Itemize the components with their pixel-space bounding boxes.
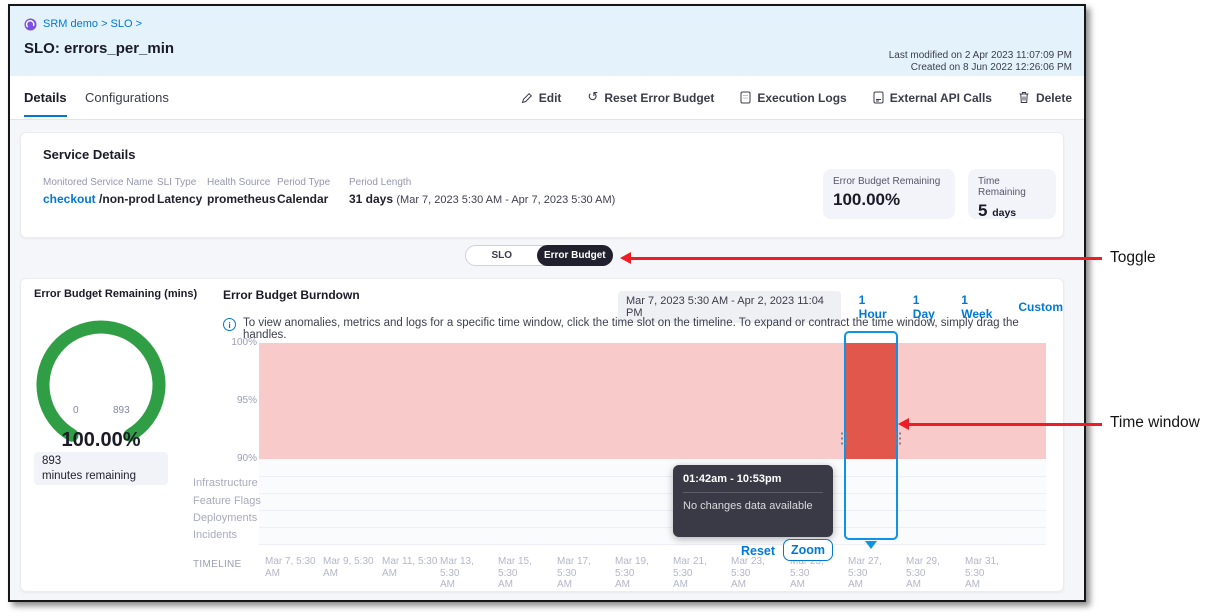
timeline-tick: Mar 11, 5:30AM	[382, 556, 438, 579]
timeline-tick: Mar 21, 5:30AM	[673, 556, 729, 591]
info-banner: i To view anomalies, metrics and logs fo…	[223, 317, 1053, 341]
toggle-annotation-label: Toggle	[1110, 249, 1156, 267]
gauge-max: 893	[113, 405, 130, 416]
service-details-card: Service Details Monitored Service Name c…	[20, 132, 1064, 238]
service-details-title: Service Details	[43, 147, 136, 162]
page-header: SRM demo > SLO > SLO: errors_per_min Las…	[10, 6, 1084, 76]
timeline-tick: Mar 9, 5:30AM	[323, 556, 379, 579]
time-window-annotation-label: Time window	[1110, 414, 1200, 432]
tooltip-message: No changes data available	[683, 500, 823, 512]
delete-icon	[1018, 91, 1030, 104]
field-sli-type: SLI Type Latency	[157, 177, 202, 206]
last-modified: Last modified on 2 Apr 2023 11:07:09 PM	[889, 50, 1072, 62]
execution-logs-button[interactable]: Execution Logs	[740, 91, 846, 105]
timeline-tick: Mar 19, 5:30AM	[615, 556, 671, 591]
tooltip-time-range: 01:42am - 10:53pm	[683, 473, 823, 485]
toggle-error-budget[interactable]: Error Budget	[537, 245, 613, 266]
reset-button[interactable]: Reset	[741, 544, 775, 558]
edit-icon	[521, 92, 533, 104]
breadcrumb-text[interactable]: SRM demo > SLO >	[43, 18, 142, 30]
changes-tooltip: 01:42am - 10:53pm No changes data availa…	[673, 465, 833, 537]
minutes-remaining-value: 893	[42, 454, 160, 469]
lane-feature-flags: Feature Flags	[193, 495, 261, 507]
stat-time-remaining: Time Remaining 5 days	[968, 169, 1056, 219]
toolbar: Edit ↺ Reset Error Budget Execution Logs…	[521, 76, 1072, 119]
selection-caret-icon[interactable]	[865, 541, 877, 549]
timeline-tick: Mar 27, 5:30AM	[848, 556, 904, 591]
toggle-annotation-arrow	[630, 257, 1102, 260]
delete-button[interactable]: Delete	[1018, 91, 1072, 105]
time-window-selection[interactable]	[844, 331, 898, 540]
time-window-annotation-arrow	[908, 423, 1102, 426]
stat-error-budget-remaining: Error Budget Remaining 100.00%	[823, 169, 955, 219]
gauge-min: 0	[73, 405, 79, 416]
event-lanes-area	[259, 459, 1046, 545]
drag-handle-right-icon[interactable]	[894, 431, 902, 445]
content-area: Service Details Monitored Service Name c…	[10, 120, 1084, 600]
lane-deployments: Deployments	[193, 512, 257, 524]
error-budget-band[interactable]	[259, 343, 1046, 459]
timeline-tick: Mar 25, 5:30AM	[790, 556, 846, 591]
field-health-source: Health Source prometheus	[207, 177, 276, 206]
reset-icon: ↺	[587, 90, 598, 105]
minutes-remaining-box: 893 minutes remaining	[34, 452, 168, 485]
field-monitored-service: Monitored Service Name checkout /non-pro…	[43, 177, 155, 206]
info-icon: i	[223, 318, 236, 331]
field-period-type: Period Type Calendar	[277, 177, 330, 206]
timeline-tick: Mar 23, 5:30AM	[731, 556, 787, 591]
y-tick-100: 100%	[223, 337, 257, 348]
gauge-title: Error Budget Remaining (mins)	[34, 288, 197, 300]
external-api-calls-icon	[873, 91, 884, 104]
tab-configurations[interactable]: Configurations	[85, 90, 169, 115]
timeline-tick: Mar 7, 5:30AM	[265, 556, 321, 579]
info-text: To view anomalies, metrics and logs for …	[243, 317, 1053, 341]
y-tick-90: 90%	[223, 453, 257, 464]
drag-handle-left-icon[interactable]	[840, 431, 848, 445]
zoom-button[interactable]: Zoom	[783, 539, 833, 561]
tab-details[interactable]: Details	[24, 90, 67, 117]
lane-infrastructure: Infrastructure	[193, 477, 258, 489]
minutes-remaining-label: minutes remaining	[42, 469, 160, 484]
timeline-tick: Mar 29, 5:30AM	[906, 556, 962, 591]
timestamps: Last modified on 2 Apr 2023 11:07:09 PM …	[889, 50, 1072, 73]
view-toggle: SLO Error Budget	[465, 245, 613, 266]
external-api-calls-button[interactable]: External API Calls	[873, 91, 992, 105]
lane-incidents: Incidents	[193, 529, 237, 541]
field-period-length: Period Length 31 days (Mar 7, 2023 5:30 …	[349, 177, 615, 206]
tab-bar: Details Configurations Edit ↺ Reset Erro…	[10, 76, 1084, 120]
range-custom[interactable]: Custom	[1018, 300, 1063, 314]
created-on: Created on 8 Jun 2022 12:26:06 PM	[889, 62, 1072, 74]
toggle-slo[interactable]: SLO	[466, 246, 538, 265]
app-window: SRM demo > SLO > SLO: errors_per_min Las…	[8, 4, 1086, 602]
srm-logo-icon	[24, 18, 37, 31]
page-title: SLO: errors_per_min	[24, 40, 174, 57]
gauge-percent: 100.00%	[21, 429, 181, 452]
timeline-tick: Mar 15, 5:30AM	[498, 556, 554, 591]
execution-logs-icon	[740, 91, 751, 104]
burndown-title: Error Budget Burndown	[223, 288, 360, 302]
monitored-service-link[interactable]: checkout	[43, 192, 96, 206]
error-budget-panel: Error Budget Remaining (mins) 0 893 100.…	[20, 278, 1064, 592]
timeline-tick: Mar 13, 5:30AM	[440, 556, 496, 591]
y-tick-95: 95%	[223, 395, 257, 406]
timeline-label: TIMELINE	[193, 559, 242, 570]
edit-button[interactable]: Edit	[521, 91, 562, 105]
timeline-tick: Mar 31, 5:30AM	[965, 556, 1021, 591]
breadcrumb[interactable]: SRM demo > SLO >	[24, 17, 142, 31]
reset-error-budget-button[interactable]: ↺ Reset Error Budget	[587, 90, 714, 105]
timeline-tick: Mar 17, 5:30AM	[557, 556, 613, 591]
